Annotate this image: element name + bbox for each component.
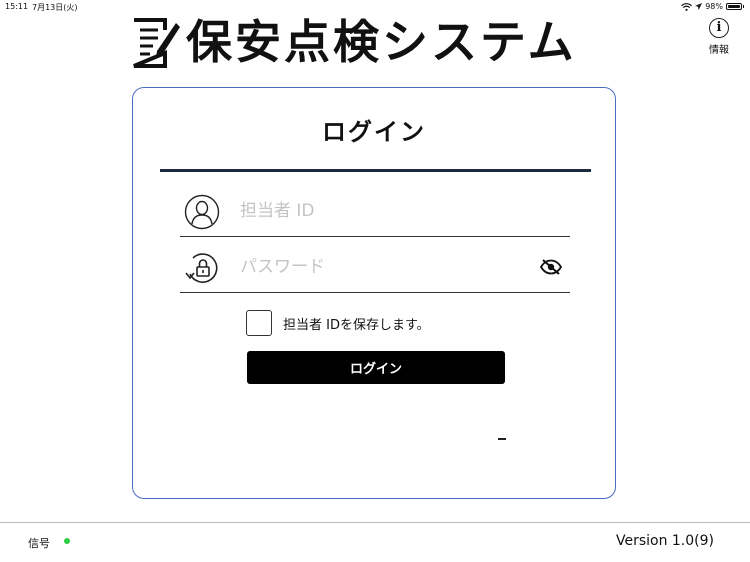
lock-rotate-icon (185, 253, 218, 283)
dash-mark (498, 438, 506, 440)
title-divider (160, 169, 591, 172)
app-header: 保安点検システム i 情報 (0, 10, 750, 72)
app-title: 保安点検システム (186, 15, 577, 69)
location-arrow-icon (695, 3, 703, 10)
user-id-row (180, 186, 570, 237)
info-label: 情報 (709, 45, 729, 56)
remember-label: 担当者 IDを保存します。 (283, 317, 430, 333)
login-button[interactable]: ログイン (247, 351, 505, 384)
signal-indicator-dot (64, 538, 70, 544)
document-pen-icon (133, 18, 180, 68)
login-card: ログイン 担当者 IDを保存します。 ログイン (132, 87, 616, 499)
signal-label: 信号 (28, 537, 50, 550)
footer-divider (0, 522, 750, 523)
user-circle-icon (184, 194, 220, 230)
remember-checkbox[interactable] (246, 310, 272, 336)
info-button[interactable]: i 情報 (702, 18, 736, 56)
eye-slash-icon[interactable] (540, 259, 562, 275)
info-circle-icon[interactable]: i (709, 18, 729, 38)
user-id-input[interactable] (240, 199, 520, 223)
version-text: Version 1.0(9) (615, 533, 714, 549)
password-row (180, 242, 570, 293)
remember-row: 担当者 IDを保存します。 (246, 309, 430, 337)
battery-icon (726, 3, 742, 10)
password-input[interactable] (240, 255, 520, 279)
battery-tip (743, 5, 744, 8)
login-title: ログイン (322, 118, 426, 146)
